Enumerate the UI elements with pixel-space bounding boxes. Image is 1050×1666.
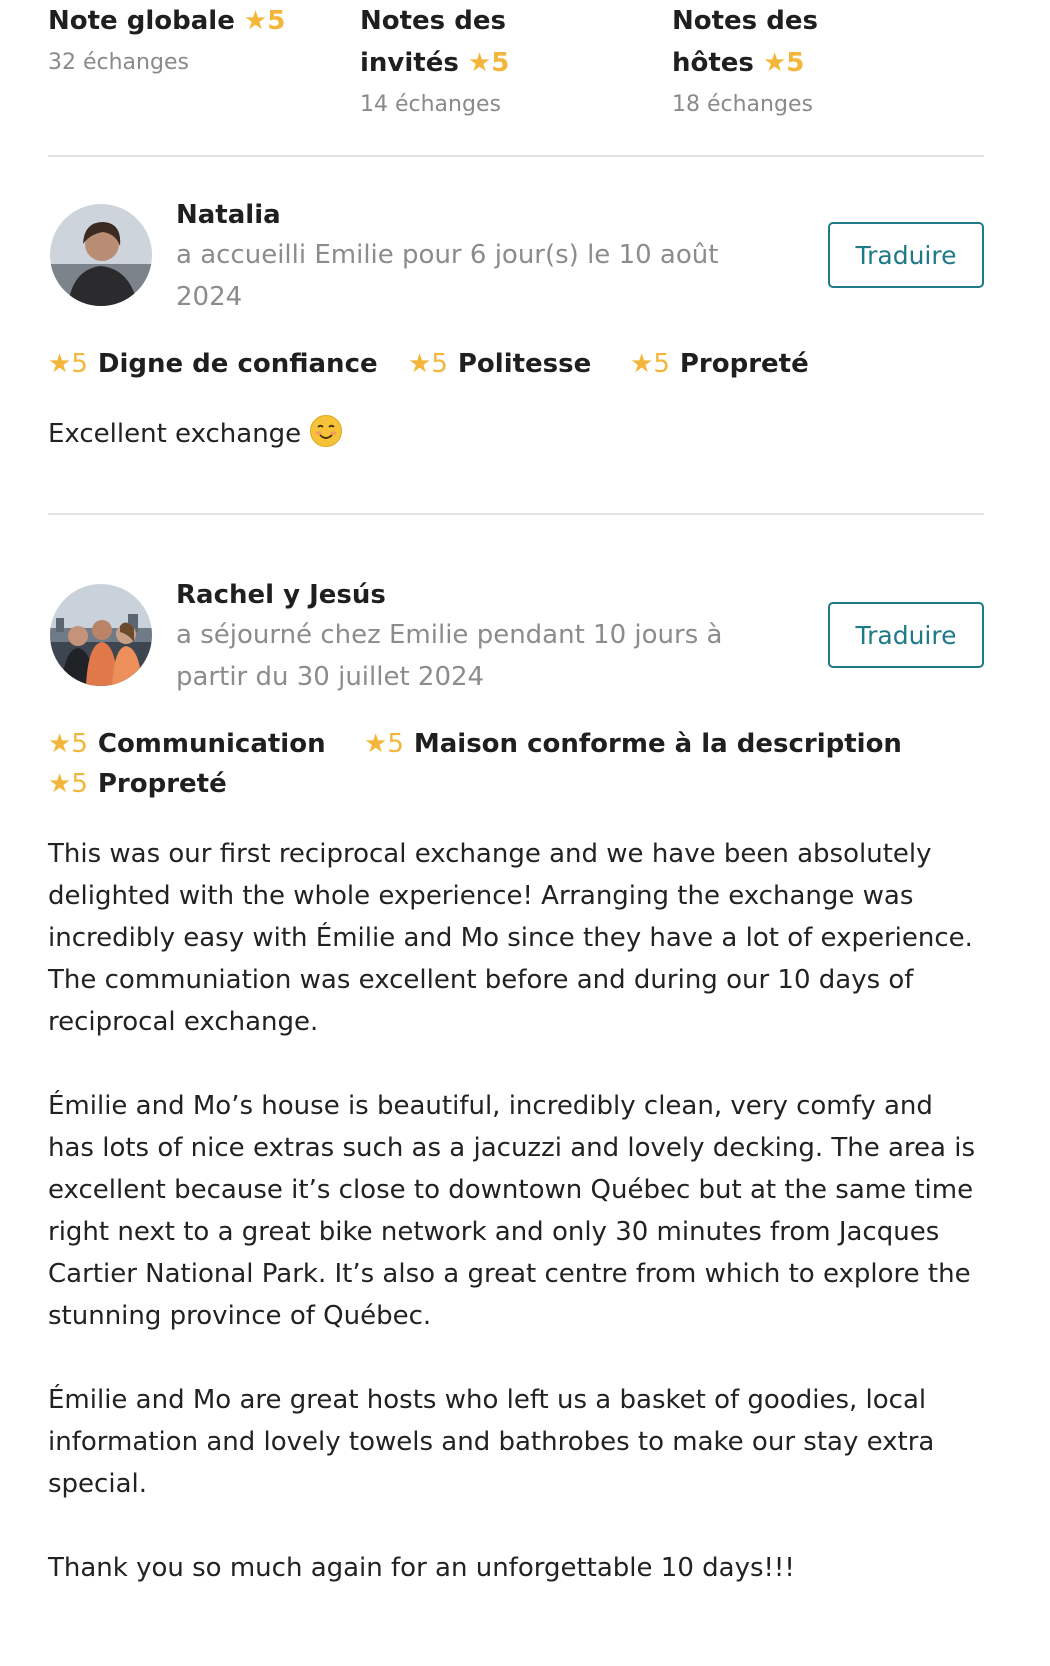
rating-item: ★5 Communication xyxy=(48,723,326,765)
avatar[interactable] xyxy=(50,584,152,686)
guest-rating: Notes des invités ★5 14 échanges xyxy=(360,0,509,126)
review-meta: a séjourné chez Emilie pendant 10 jours … xyxy=(176,620,723,692)
host-rating: Notes des hôtes ★5 18 échanges xyxy=(672,0,818,126)
star-icon: ★ xyxy=(408,349,432,379)
guest-rating-title-line2: invités xyxy=(360,48,459,78)
star-icon: ★ xyxy=(630,349,654,379)
rating-score: 5 xyxy=(431,349,448,379)
rating-summary: Note globale ★5 32 échanges Notes des in… xyxy=(48,0,984,130)
rating-score: 5 xyxy=(71,729,88,759)
translate-button[interactable]: Traduire xyxy=(828,222,984,288)
overall-rating: Note globale ★5 32 échanges xyxy=(48,0,285,84)
overall-rating-score: 5 xyxy=(267,6,286,36)
review-text-content: Excellent exchange xyxy=(48,419,302,449)
star-icon: ★ xyxy=(48,349,72,379)
overall-rating-title: Note globale xyxy=(48,6,235,36)
host-rating-title-line1: Notes des xyxy=(672,6,818,36)
guest-rating-score: 5 xyxy=(491,48,510,78)
reviewer-name: Natalia xyxy=(176,200,281,230)
divider xyxy=(48,155,984,157)
review-paragraph: Émilie and Mo’s house is beautiful, incr… xyxy=(48,1091,975,1331)
rating-score: 5 xyxy=(653,349,670,379)
star-icon: ★ xyxy=(243,6,268,36)
review-card: Natalia a accueilli Emilie pour 6 jour(s… xyxy=(48,190,984,480)
rating-item: ★5 Politesse xyxy=(408,343,591,385)
review-paragraph: Émilie and Mo are great hosts who left u… xyxy=(48,1385,935,1499)
rating-score: 5 xyxy=(387,729,404,759)
rating-label: Digne de confiance xyxy=(97,349,378,379)
star-icon: ★ xyxy=(467,48,492,78)
review-text: Excellent exchange xyxy=(48,413,984,461)
star-icon: ★ xyxy=(48,769,72,799)
translate-button[interactable]: Traduire xyxy=(828,602,984,668)
rating-item: ★5 Propreté xyxy=(630,343,809,385)
host-rating-score: 5 xyxy=(786,48,805,78)
review-meta: a accueilli Emilie pour 6 jour(s) le 10 … xyxy=(176,240,719,312)
rating-item: ★5 Propreté xyxy=(48,763,227,805)
avatar[interactable] xyxy=(50,204,152,306)
rating-score: 5 xyxy=(71,349,88,379)
review-paragraph: This was our first reciprocal exchange a… xyxy=(48,839,973,1037)
host-rating-count: 18 échanges xyxy=(672,92,813,117)
reviewer-name: Rachel y Jesús xyxy=(176,580,386,610)
rating-label: Communication xyxy=(97,729,326,759)
rating-label: Politesse xyxy=(457,349,592,379)
divider xyxy=(48,513,984,515)
star-icon: ★ xyxy=(364,729,388,759)
rating-label: Propreté xyxy=(97,769,227,799)
rating-label: Propreté xyxy=(679,349,809,379)
guest-rating-count: 14 échanges xyxy=(360,92,501,117)
review-card: Rachel y Jesús a séjourné chez Emilie pe… xyxy=(48,570,984,1660)
guest-rating-title-line1: Notes des xyxy=(360,6,506,36)
rating-item: ★5 Maison conforme à la description xyxy=(364,723,902,765)
host-rating-title-line2: hôtes xyxy=(672,48,754,78)
smiling-face-emoji-icon xyxy=(309,414,343,461)
review-paragraph: Thank you so much again for an unforgett… xyxy=(48,1553,795,1583)
rating-item: ★5 Digne de confiance xyxy=(48,343,378,385)
overall-rating-count: 32 échanges xyxy=(48,50,189,75)
star-icon: ★ xyxy=(48,729,72,759)
review-text: This was our first reciprocal exchange a… xyxy=(48,833,984,1631)
rating-label: Maison conforme à la description xyxy=(413,729,902,759)
star-icon: ★ xyxy=(762,48,787,78)
rating-score: 5 xyxy=(71,769,88,799)
